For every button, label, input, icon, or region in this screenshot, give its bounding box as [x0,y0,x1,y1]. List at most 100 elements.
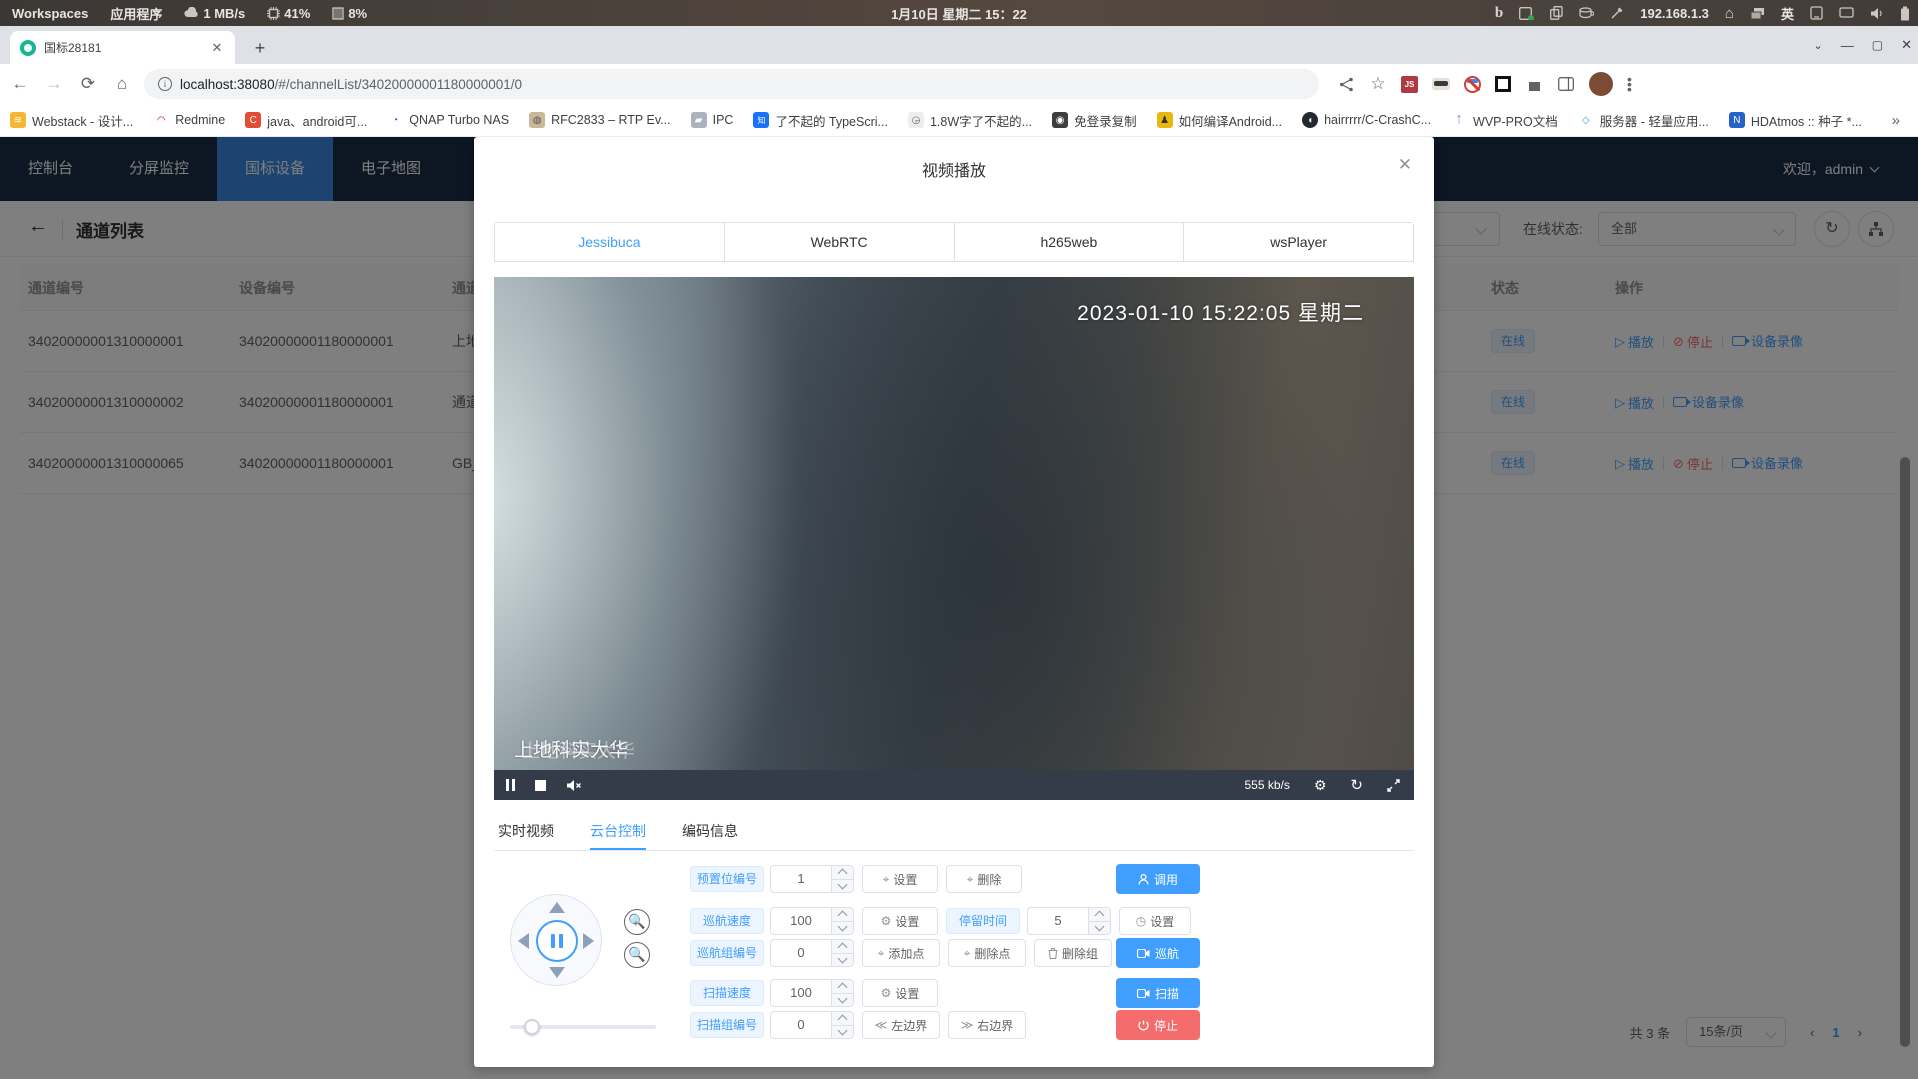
pause-button[interactable] [506,779,515,791]
bookmark-webstack[interactable]: ≋Webstack - 设计... [10,111,133,130]
input-method-indicator[interactable]: 英 [1781,4,1794,23]
stay-time-input[interactable]: 5 [1027,907,1089,935]
ptz-stop-button[interactable]: 停止 [1116,1010,1200,1040]
bookmark-zhihu-ts[interactable]: 知了不起的 TypeScri... [753,111,888,130]
fullscreen-icon[interactable] [1387,779,1400,792]
display-tray-icon[interactable] [1839,7,1854,19]
window-switch-tray-icon[interactable] [1750,7,1765,20]
stay-time-set-button[interactable]: ◷设置 [1119,907,1191,935]
bookmark-qnap[interactable]: ◔QNAP Turbo NAS [387,112,509,128]
extension-adblock-icon[interactable] [1464,76,1481,93]
tab-live-video[interactable]: 实时视频 [498,813,554,850]
zoom-in-button[interactable]: 🔍+ [624,909,650,935]
home-tray-icon[interactable]: ⌂ [1725,5,1734,22]
cruise-speed-set-button[interactable]: ⚙设置 [862,907,938,935]
scan-speed-stepper[interactable] [832,979,854,1007]
bookmark-android-build[interactable]: ♟如何编译Android... [1157,111,1283,130]
battery-tray-icon[interactable] [1900,6,1910,21]
ptz-speed-slider[interactable] [510,1025,656,1029]
tab-wsplayer[interactable]: wsPlayer [1183,223,1413,261]
left-boundary-button[interactable]: ≪左边界 [862,1011,940,1039]
tab-jessibuca[interactable]: Jessibuca [495,223,724,261]
snapshot-settings-icon[interactable]: ⚙ [1314,777,1327,794]
ptz-up-arrow[interactable] [549,902,565,913]
refresh-stream-icon[interactable]: ↻ [1350,776,1363,794]
ptz-left-arrow[interactable] [518,933,529,949]
ptz-down-arrow[interactable] [549,967,565,978]
preset-set-button[interactable]: ⌖设置 [862,865,938,893]
ptz-direction-pad[interactable] [510,894,602,986]
tab-close-icon[interactable]: ✕ [209,40,225,56]
extension-useragent-icon[interactable] [1432,78,1450,90]
dialog-close-icon[interactable]: ✕ [1398,155,1412,175]
bookmark-redmine[interactable]: ◠Redmine [153,112,225,128]
window-minimize-button[interactable]: — [1841,38,1854,53]
tab-encoding-info[interactable]: 编码信息 [682,813,738,850]
browser-home-button[interactable]: ⌂ [108,70,136,98]
forward-button[interactable]: → [40,70,68,98]
reload-button[interactable]: ⟳ [74,70,102,98]
window-maximize-button[interactable]: ▢ [1872,38,1883,52]
delete-point-button[interactable]: ⌖删除点 [948,939,1026,967]
preset-number-stepper[interactable] [832,865,854,893]
share-icon[interactable] [1337,75,1355,93]
extension-frame-icon[interactable] [1495,76,1511,92]
bookmark-folder-ipc[interactable]: ▰IPC [691,112,734,128]
coffee-tray-icon[interactable] [1579,7,1594,20]
video-player[interactable]: 2023-01-10 15:22:05 星期二 上地科实大华 555 kb/s … [494,277,1414,800]
ptz-center-pause-button[interactable] [536,920,578,962]
zoom-out-button[interactable]: 🔍− [624,942,650,968]
side-panel-icon[interactable] [1557,75,1575,93]
bookmark-18w[interactable]: ◶1.8W字了不起的... [908,111,1032,130]
tab-webrtc[interactable]: WebRTC [724,223,954,261]
delete-group-button[interactable]: 删除组 [1034,939,1112,967]
browser-tab[interactable]: 国标28181 ✕ [10,31,235,64]
bing-tray-icon[interactable]: b [1495,5,1503,22]
address-bar[interactable]: i localhost:38080/#/channelList/34020000… [144,69,1319,99]
bookmark-wvp-doc[interactable]: ᛏWVP-PRO文档 [1451,111,1558,130]
extensions-puzzle-icon[interactable] [1525,75,1543,93]
scan-speed-input[interactable]: 100 [770,979,832,1007]
cruise-group-stepper[interactable] [832,939,854,967]
volume-muted-icon[interactable] [566,779,582,792]
browser-menu-icon[interactable]: ••• [1627,77,1632,92]
stay-time-stepper[interactable] [1089,907,1111,935]
preset-number-input[interactable]: 1 [770,865,832,893]
bookmark-star-icon[interactable]: ☆ [1369,75,1387,93]
scan-group-stepper[interactable] [832,1011,854,1039]
tablet-tray-icon[interactable] [1810,6,1823,20]
bookmark-github[interactable]: ◖hairrrrr/C-CrashC... [1302,112,1431,128]
site-info-icon[interactable]: i [158,77,172,91]
preset-delete-button[interactable]: ⌖删除 [946,865,1022,893]
tab-ptz-control[interactable]: 云台控制 [590,813,646,850]
cruise-button[interactable]: 巡航 [1116,938,1200,968]
right-boundary-button[interactable]: ≫右边界 [948,1011,1026,1039]
add-point-button[interactable]: ⌖添加点 [862,939,940,967]
ip-address[interactable]: 192.168.1.3 [1640,6,1709,21]
cruise-speed-input[interactable]: 100 [770,907,832,935]
back-button[interactable]: ← [6,70,34,98]
scan-speed-set-button[interactable]: ⚙设置 [862,979,938,1007]
stop-playback-button[interactable] [535,780,546,791]
window-close-button[interactable]: ✕ [1901,37,1912,53]
bookmarks-overflow-icon[interactable]: » [1892,112,1908,129]
cruise-speed-stepper[interactable] [832,907,854,935]
extension-js-icon[interactable]: JS [1401,76,1418,93]
preset-call-button[interactable]: 调用 [1116,864,1200,894]
slider-handle[interactable] [524,1019,540,1035]
scan-button[interactable]: 扫描 [1116,978,1200,1008]
bookmark-csdn[interactable]: Cjava、android可... [245,111,367,130]
tab-search-icon[interactable]: ⌄ [1814,39,1823,52]
bookmark-copy[interactable]: ◉免登录复制 [1052,111,1137,130]
clipboard-tray-icon[interactable] [1550,6,1563,20]
bookmark-server[interactable]: ◇服务器 - 轻量应用... [1578,111,1709,130]
cruise-group-input[interactable]: 0 [770,939,832,967]
tool-tray-icon[interactable] [1610,6,1624,20]
tab-h265web[interactable]: h265web [954,223,1184,261]
workspaces-button[interactable]: Workspaces [12,6,88,21]
new-tab-button[interactable]: + [248,36,272,60]
scan-group-input[interactable]: 0 [770,1011,832,1039]
ptz-right-arrow[interactable] [583,933,594,949]
profile-avatar[interactable] [1589,72,1613,96]
bookmark-hdatmos[interactable]: NHDAtmos :: 种子 *... [1729,111,1862,130]
